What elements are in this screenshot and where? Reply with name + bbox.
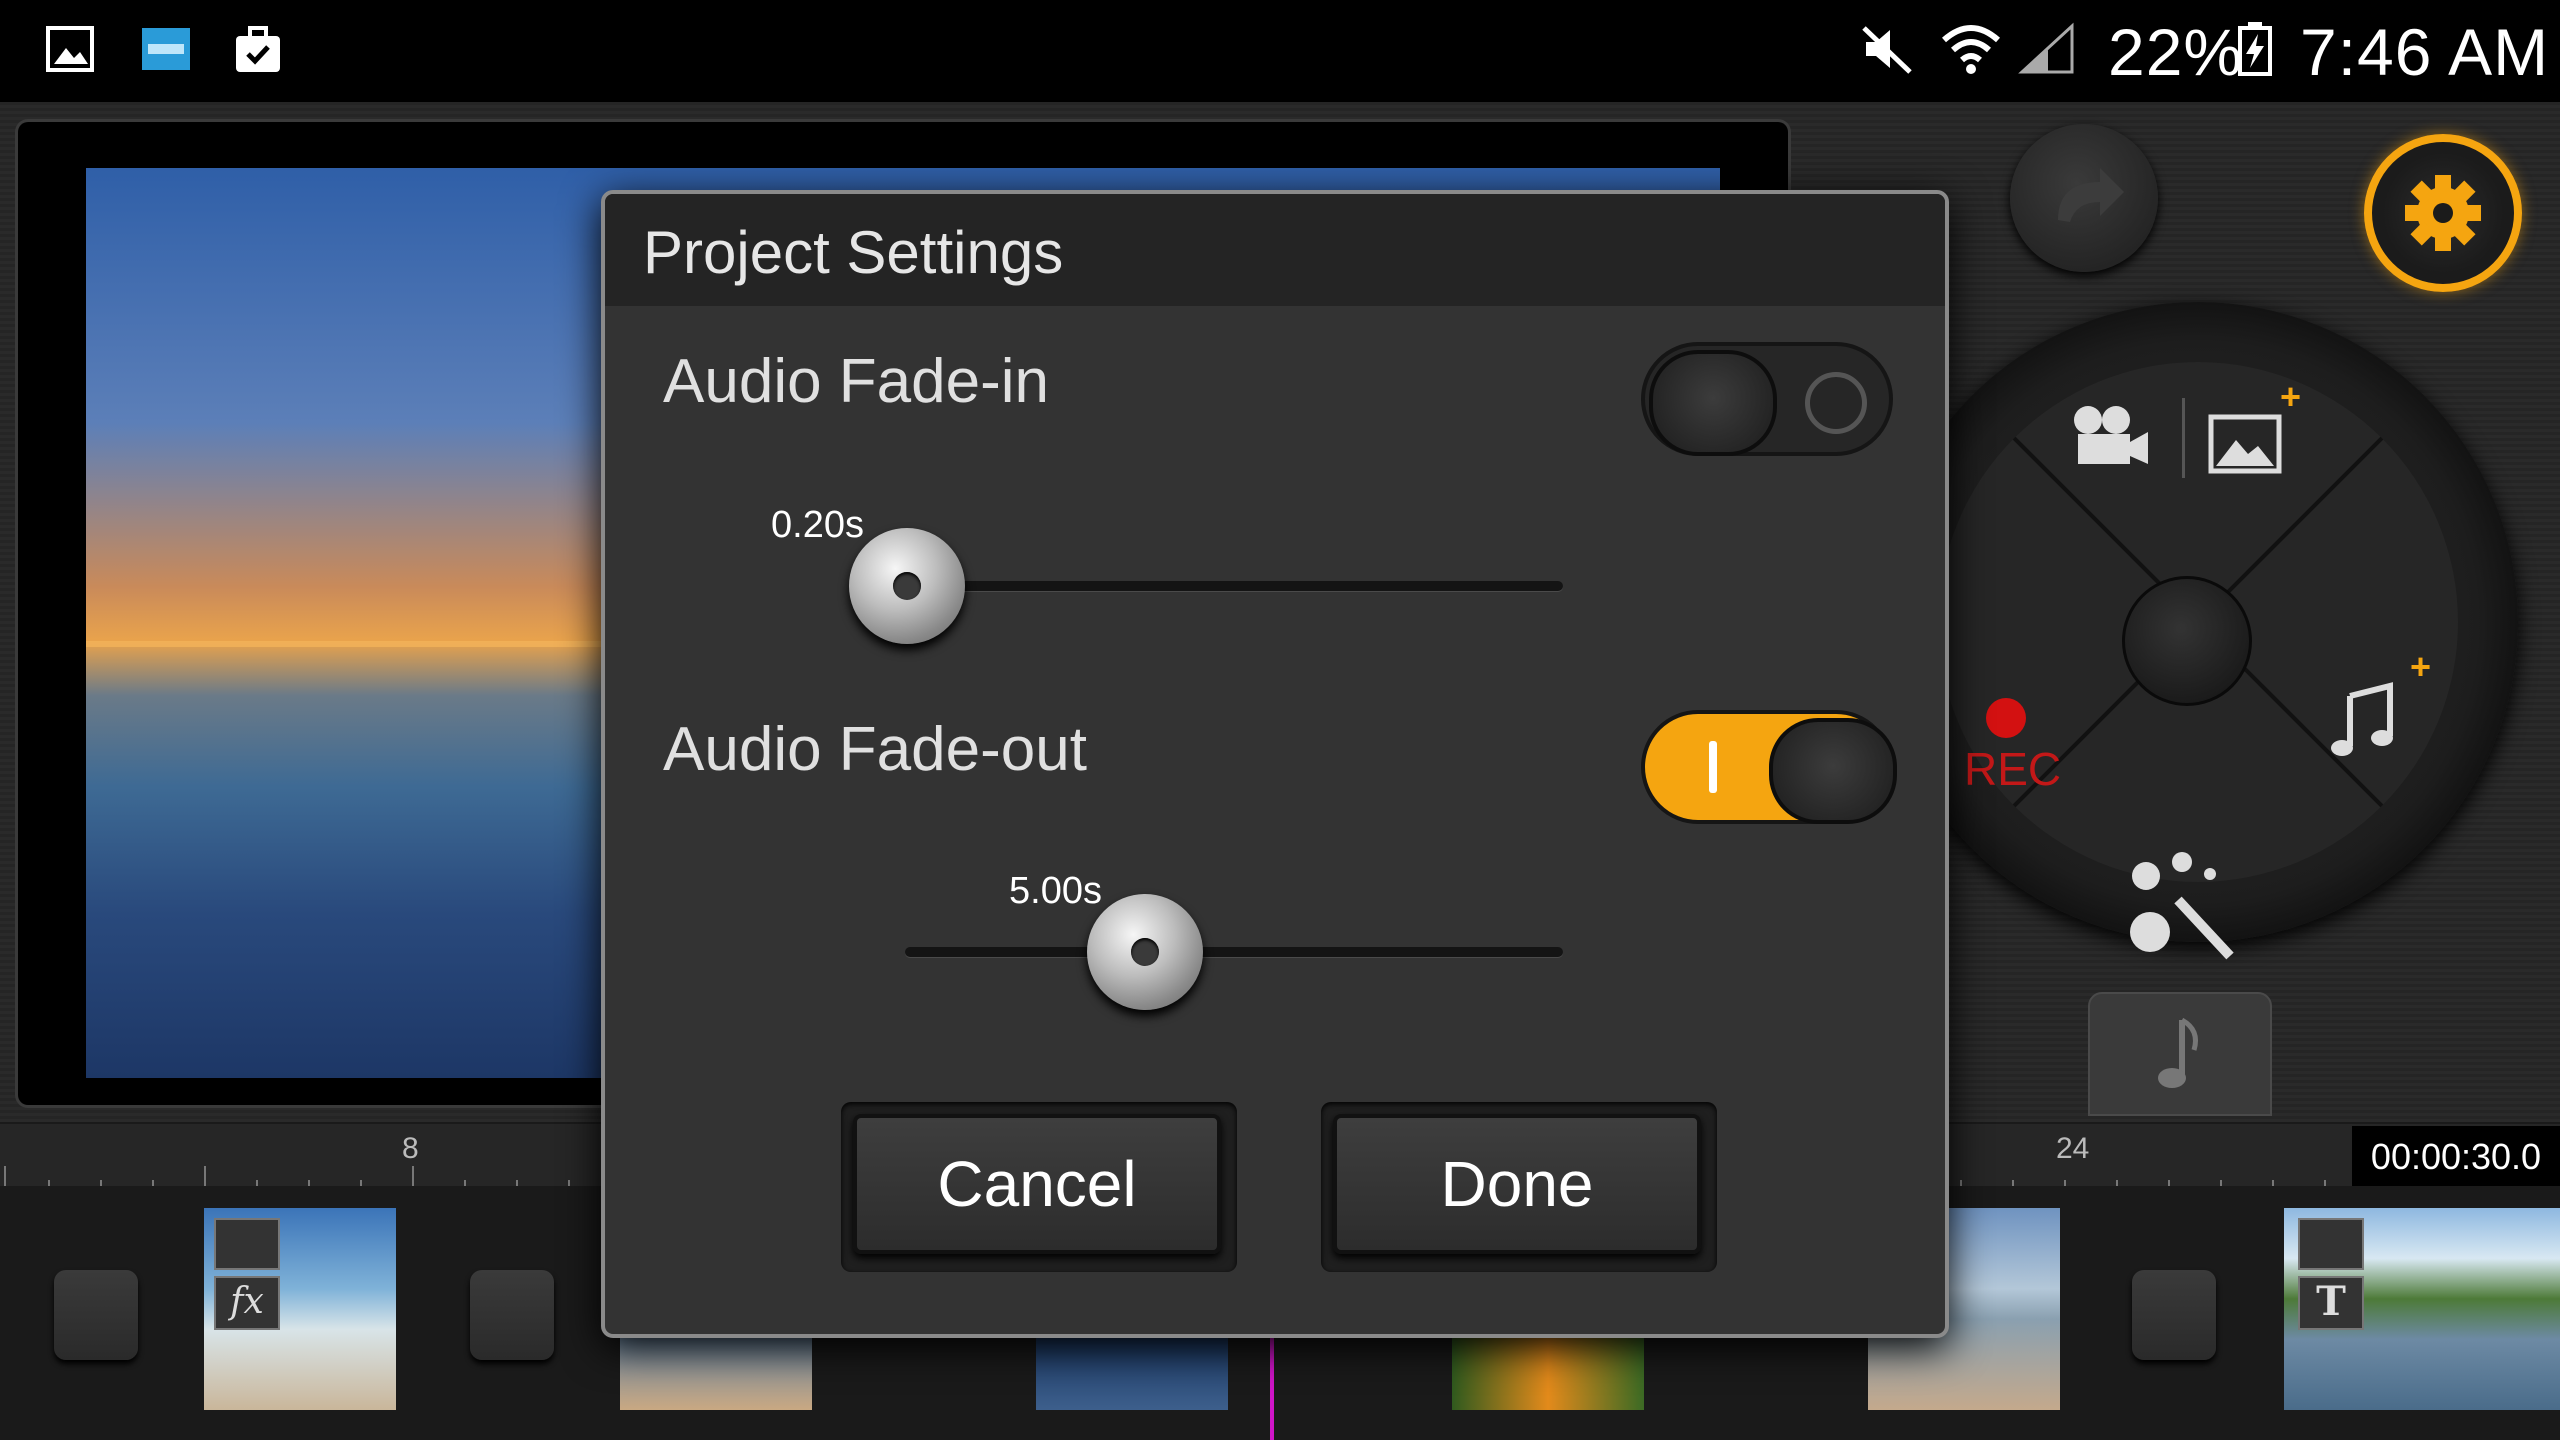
redo-button[interactable] (2010, 124, 2158, 272)
project-settings-dialog: Project Settings Audio Fade-in 0.20s Aud… (601, 190, 1949, 1338)
clip-thumbnail[interactable] (1452, 1338, 1644, 1410)
transition-button[interactable] (2132, 1270, 2216, 1360)
add-audio-plus-icon: + (2410, 646, 2432, 687)
settings-button[interactable] (2364, 134, 2522, 292)
clip-thumbnail[interactable] (1036, 1338, 1228, 1410)
redo-icon (2058, 168, 2124, 222)
wheel-divider (2182, 398, 2185, 478)
dialog-titlebar: Project Settings (605, 194, 1945, 306)
cancel-button[interactable]: Cancel (853, 1114, 1221, 1254)
done-button[interactable]: Done (1333, 1114, 1701, 1254)
wheel-center-button[interactable] (2122, 576, 2252, 706)
gallery-icon (46, 26, 94, 72)
image-icon (214, 1218, 280, 1270)
audio-fade-in-label: Audio Fade-in (663, 347, 1050, 416)
fx-icon: fx (214, 1276, 280, 1330)
text-overlay-icon: T (2298, 1276, 2364, 1330)
gear-icon (2405, 175, 2481, 251)
ruler-label-24: 24 (2056, 1132, 2090, 1165)
music-note-icon (2158, 1017, 2198, 1088)
clock: 7:46 AM (2300, 15, 2550, 89)
app-icon (142, 28, 190, 70)
video-camera-icon[interactable] (2068, 402, 2158, 472)
done-button-well: Done (1321, 1102, 1717, 1272)
toggle-on-indicator (1709, 741, 1717, 793)
record-label[interactable]: REC (1964, 742, 2061, 796)
audio-fade-in-toggle[interactable] (1641, 342, 1893, 456)
battery-charging-icon (2238, 22, 2272, 76)
fade-out-slider-thumb[interactable] (1087, 894, 1203, 1010)
fade-out-value-label: 5.00s (1009, 870, 1102, 912)
audio-fade-out-label: Audio Fade-out (663, 715, 1087, 784)
briefcase-icon (236, 26, 280, 72)
clip-thumbnail[interactable]: T (2284, 1208, 2560, 1410)
audio-fade-out-toggle[interactable] (1641, 710, 1897, 824)
fade-in-value-label: 0.20s (771, 504, 864, 546)
battery-percent: 22% (2108, 15, 2244, 89)
ruler-label-8: 8 (402, 1132, 419, 1165)
signal-icon (2018, 22, 2074, 74)
transition-button[interactable] (470, 1270, 554, 1360)
fade-in-slider-thumb[interactable] (849, 528, 965, 644)
transition-button[interactable] (54, 1270, 138, 1360)
clip-thumbnail[interactable] (620, 1338, 812, 1410)
image-icon (2298, 1218, 2364, 1270)
image-icon[interactable] (2208, 414, 2282, 474)
dialog-title: Project Settings (643, 219, 1064, 286)
audio-track-tab[interactable] (2088, 992, 2272, 1116)
music-note-icon[interactable] (2330, 682, 2400, 762)
clip-thumbnail[interactable]: fx (204, 1208, 396, 1410)
toggle-knob (1649, 350, 1777, 456)
timecode-display: 00:00:30.0 (2352, 1126, 2560, 1188)
toggle-knob (1769, 718, 1897, 824)
record-icon[interactable] (1986, 698, 2026, 738)
fade-out-slider-track[interactable] (905, 947, 1563, 957)
status-bar: 22% 7:46 AM (0, 0, 2560, 102)
add-image-plus-icon: + (2280, 376, 2302, 417)
mute-icon (1862, 26, 1912, 74)
cancel-button-well: Cancel (841, 1102, 1237, 1272)
toggle-off-indicator (1805, 372, 1867, 434)
effects-wand-icon[interactable] (2118, 844, 2258, 964)
fade-in-slider-track[interactable] (863, 581, 1563, 591)
wifi-icon (1942, 25, 2000, 74)
